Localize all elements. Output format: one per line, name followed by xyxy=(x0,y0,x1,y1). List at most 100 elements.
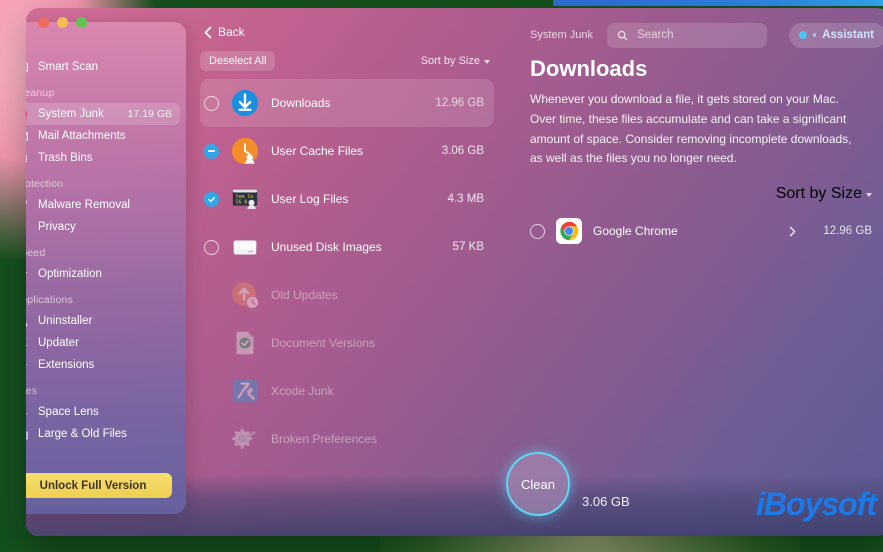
clean-button[interactable]: Clean xyxy=(506,452,570,516)
junk-row-name: Unused Disk Images xyxy=(271,240,382,254)
junk-row-name: Old Updates xyxy=(271,288,338,302)
junk-row-name: Downloads xyxy=(271,96,331,110)
breadcrumb: System Junk xyxy=(530,29,593,41)
junk-row[interactable]: User Cache Files 3.06 GB xyxy=(200,127,494,175)
sidebar-item-malware-removal[interactable]: Malware Removal xyxy=(26,194,180,216)
sidebar-item-extensions[interactable]: Extensions xyxy=(26,354,180,376)
clean-size-label: 3.06 GB xyxy=(582,494,630,509)
junk-row-name: User Log Files xyxy=(271,192,349,206)
search-icon xyxy=(617,30,628,40)
checkbox-partial-icon[interactable] xyxy=(204,143,219,159)
log-icon: tem lo 56 0 xyxy=(230,184,260,214)
maximize-window-button[interactable] xyxy=(76,17,87,28)
sidebar-item-label: Optimization xyxy=(38,268,102,280)
checkbox-unchecked-icon[interactable] xyxy=(204,95,219,111)
sidebar-item-privacy[interactable]: Privacy xyxy=(26,216,180,238)
disk-image-icon xyxy=(230,232,260,262)
mail-icon xyxy=(26,129,29,144)
chevron-left-icon xyxy=(204,26,212,38)
detail-topbar: System Junk Assistant xyxy=(508,22,883,48)
sidebar-item-optimization[interactable]: Optimization xyxy=(26,263,180,285)
back-label: Back xyxy=(218,25,245,39)
privacy-hand-icon xyxy=(26,220,29,235)
desktop-backdrop: Smart Scan Cleanup System Junk 17.19 GBMai… xyxy=(0,0,883,552)
sidebar-item-label: Mail Attachments xyxy=(38,130,126,142)
junk-row: Xcode Junk xyxy=(200,367,494,415)
checkbox-unchecked-icon[interactable] xyxy=(204,239,219,255)
sidebar: Smart Scan Cleanup System Junk 17.19 GBMai… xyxy=(26,22,186,514)
sidebar-item-size: 17.19 GB xyxy=(127,108,172,120)
assistant-dot-large-icon xyxy=(798,31,807,39)
junk-row[interactable]: Unused Disk Images 57 KB xyxy=(200,223,494,271)
smart-scan-icon xyxy=(26,60,29,75)
sidebar-item-label: Extensions xyxy=(38,359,95,371)
chevron-down-icon xyxy=(484,60,490,64)
detail-panel: System Junk Assistant Downloads Whenever… xyxy=(508,8,883,536)
junk-row: Document Versions xyxy=(200,319,494,367)
junk-row: Old Updates xyxy=(200,271,494,319)
search-box[interactable] xyxy=(606,22,767,48)
sidebar-item-label: Large & Old Files xyxy=(38,428,127,440)
junk-rows: Downloads 12.96 GB User Cache Files 3.06 GB… xyxy=(200,79,494,463)
close-window-button[interactable] xyxy=(38,17,49,28)
junk-list-column: Back Deselect All Sort by Size Downloads… xyxy=(186,8,508,536)
sliders-icon xyxy=(26,267,29,282)
sidebar-item-label: Privacy xyxy=(38,221,76,233)
checkbox-unchecked-icon[interactable] xyxy=(530,223,545,239)
document-versions-icon xyxy=(230,328,260,358)
sidebar-item-uninstaller[interactable]: Uninstaller xyxy=(26,310,180,332)
page-description: Whenever you download a file, it gets st… xyxy=(530,92,852,166)
sidebar-item-system-junk[interactable]: System Junk 17.19 GB xyxy=(26,103,180,125)
chevron-right-icon[interactable] xyxy=(789,226,796,237)
extensions-icon xyxy=(26,358,29,373)
desktop-blue-topbar xyxy=(553,0,883,6)
junk-row[interactable]: tem lo 56 0 User Log Files 4.3 MB xyxy=(200,175,494,223)
app-window: Smart Scan Cleanup System Junk 17.19 GBMai… xyxy=(26,8,883,536)
assistant-button[interactable]: Assistant xyxy=(788,22,883,48)
assistant-label: Assistant xyxy=(822,29,874,41)
downloads-icon xyxy=(230,88,260,118)
chrome-icon xyxy=(556,218,582,245)
junk-row: Broken Preferences xyxy=(200,415,494,463)
sidebar-item-label: Smart Scan xyxy=(38,61,99,73)
sidebar-item-trash-bins[interactable]: Trash Bins xyxy=(26,147,180,169)
checkbox-checked-icon[interactable] xyxy=(204,191,219,207)
list-sort-control[interactable]: Sort by Size xyxy=(421,55,490,67)
detail-sort-control[interactable]: Sort by Size xyxy=(508,169,883,203)
sidebar-group-label: Speed xyxy=(26,247,46,259)
junk-row-name: User Cache Files xyxy=(271,144,364,158)
svg-text:56 0: 56 0 xyxy=(236,200,248,206)
sidebar-item-mail-attachments[interactable]: Mail Attachments xyxy=(26,125,180,147)
iboysoft-watermark: iBoysoft xyxy=(756,486,877,522)
sidebar-item-label: Uninstaller xyxy=(38,315,93,327)
assistant-dot-small-icon xyxy=(812,33,817,37)
unlock-full-version-button[interactable]: Unlock Full Version xyxy=(26,473,172,498)
app-row-name: Google Chrome xyxy=(593,224,678,239)
traffic-lights xyxy=(38,17,87,28)
deselect-all-button[interactable]: Deselect All xyxy=(200,51,276,71)
back-button[interactable]: Back xyxy=(204,25,245,39)
sidebar-item-label: System Junk xyxy=(38,108,104,120)
sidebar-item-label: Space Lens xyxy=(38,406,99,418)
sidebar-group-label: Protection xyxy=(26,178,64,190)
list-toolbar: Deselect All Sort by Size xyxy=(200,51,494,71)
junk-row-size: 12.96 GB xyxy=(435,97,484,109)
sidebar-item-large-old-files[interactable]: Large & Old Files xyxy=(26,423,180,445)
search-input[interactable] xyxy=(637,29,757,41)
list-sort-label: Sort by Size xyxy=(420,55,480,67)
old-updates-icon xyxy=(230,280,260,310)
space-lens-icon xyxy=(26,405,29,420)
broken-prefs-icon xyxy=(230,424,260,454)
folder-icon xyxy=(26,427,29,442)
junk-row[interactable]: Downloads 12.96 GB xyxy=(200,79,494,127)
minimize-window-button[interactable] xyxy=(57,17,68,28)
sidebar-item-updater[interactable]: Updater xyxy=(26,332,180,354)
sidebar-item-space-lens[interactable]: Space Lens xyxy=(26,401,180,423)
junk-row-name: Xcode Junk xyxy=(271,384,334,398)
app-row[interactable]: Google Chrome 12.96 GB xyxy=(524,209,878,253)
cache-icon xyxy=(230,136,260,166)
sidebar-item-label: Trash Bins xyxy=(38,152,93,164)
junk-row-name: Document Versions xyxy=(271,336,376,350)
malware-icon xyxy=(26,198,29,213)
sidebar-item-smart-scan[interactable]: Smart Scan xyxy=(26,56,180,78)
